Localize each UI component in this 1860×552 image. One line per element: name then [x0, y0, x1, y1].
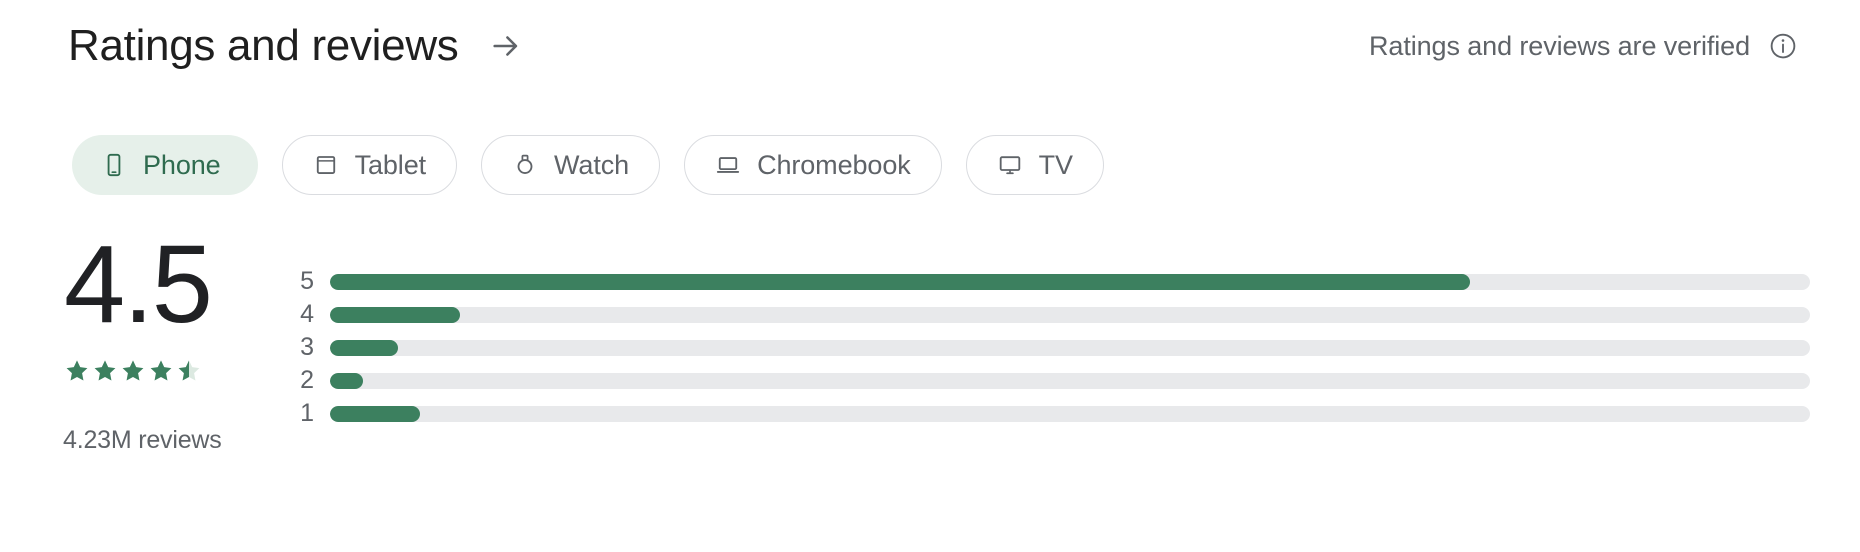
star-icon-full [122, 360, 144, 381]
ratings-header: Ratings and reviews Ratings and reviews … [0, 0, 1860, 92]
histogram-bar [330, 339, 399, 356]
star-icon-full [150, 360, 172, 381]
tablet-icon [313, 152, 339, 178]
histogram-bar [330, 372, 363, 389]
star-icon-full [66, 360, 88, 381]
info-circle-icon[interactable] [1768, 31, 1798, 61]
page-title: Ratings and reviews [68, 21, 459, 70]
histogram-row-label: 1 [300, 399, 314, 427]
histogram-track [330, 273, 1810, 290]
tv-icon [997, 152, 1023, 178]
histogram-track [330, 405, 1810, 422]
chip-chromebook-label: Chromebook [757, 149, 911, 180]
histogram-row: 2 [280, 367, 1810, 394]
chip-tv-label: TV [1038, 149, 1073, 180]
header-left-group: Ratings and reviews [68, 24, 523, 68]
chip-chromebook[interactable]: Chromebook [684, 135, 942, 195]
histogram-bar [330, 405, 421, 422]
histogram-row-label: 2 [300, 366, 314, 394]
histogram-track [330, 306, 1810, 323]
chip-tablet[interactable]: Tablet [281, 135, 458, 195]
rating-summary: 4.5 4.23M reviews [60, 230, 290, 455]
histogram-row: 3 [280, 334, 1810, 361]
average-rating-score: 4.5 [64, 223, 213, 346]
histogram-row-label: 5 [300, 267, 314, 295]
chip-phone-label: Phone [143, 149, 221, 180]
histogram-track [330, 339, 1810, 356]
chip-phone[interactable]: Phone [72, 135, 258, 195]
laptop-icon [715, 152, 741, 178]
histogram-track [330, 372, 1810, 389]
histogram-bar [330, 306, 461, 323]
histogram-row-label: 4 [300, 300, 314, 328]
verified-label: Ratings and reviews are verified [1369, 30, 1750, 61]
histogram-row: 1 [280, 400, 1810, 427]
chip-watch-label: Watch [554, 149, 630, 180]
phone-icon [101, 152, 127, 178]
watch-icon [512, 152, 538, 178]
review-count-label: 4.23M reviews [63, 426, 222, 454]
histogram-row: 5 [280, 268, 1810, 295]
chip-tv[interactable]: TV [965, 135, 1104, 195]
device-filter-chips: Phone Tablet Watch Chromebook TV [72, 135, 1104, 195]
chip-tablet-label: Tablet [354, 149, 427, 180]
star-icon-full [94, 360, 116, 381]
histogram-row: 4 [280, 301, 1810, 328]
verified-note: Ratings and reviews are verified [1369, 31, 1798, 62]
arrow-right-icon[interactable] [489, 29, 523, 63]
histogram-bar [330, 273, 1470, 290]
histogram-row-label: 3 [300, 333, 314, 361]
chip-watch[interactable]: Watch [481, 135, 661, 195]
star-rating-display [64, 358, 202, 384]
star-icon-half [178, 360, 200, 381]
rating-histogram: 5 4 3 2 1 [280, 268, 1810, 427]
